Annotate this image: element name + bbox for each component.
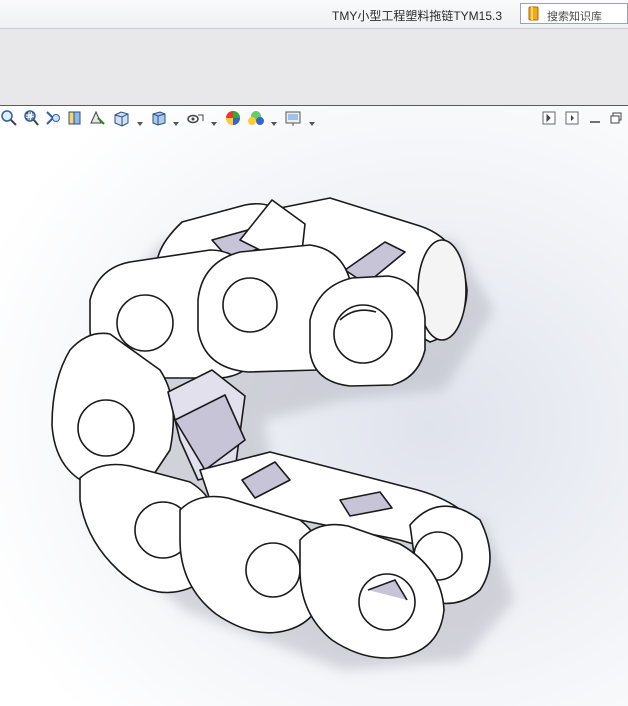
top-link-3-hole	[333, 304, 393, 364]
knowledge-base-search[interactable]: 搜索知识库	[520, 3, 628, 24]
window-title: TMY小型工程塑料拖链TYM15.3	[332, 9, 503, 23]
knowledge-base-book-icon	[527, 6, 541, 21]
command-manager-area	[0, 29, 628, 106]
graphics-viewport[interactable]	[0, 106, 628, 706]
title-bar: TMY小型工程塑料拖链TYM15.3 搜索知识库	[0, 0, 628, 29]
top-link-1-hole	[116, 294, 174, 352]
bottom-link-1-hole	[245, 542, 301, 598]
left-link-1-hole	[77, 399, 135, 457]
top-link-2-hole	[222, 277, 278, 333]
cable-drag-chain-model[interactable]	[0, 106, 628, 706]
search-placeholder: 搜索知识库	[547, 11, 602, 23]
